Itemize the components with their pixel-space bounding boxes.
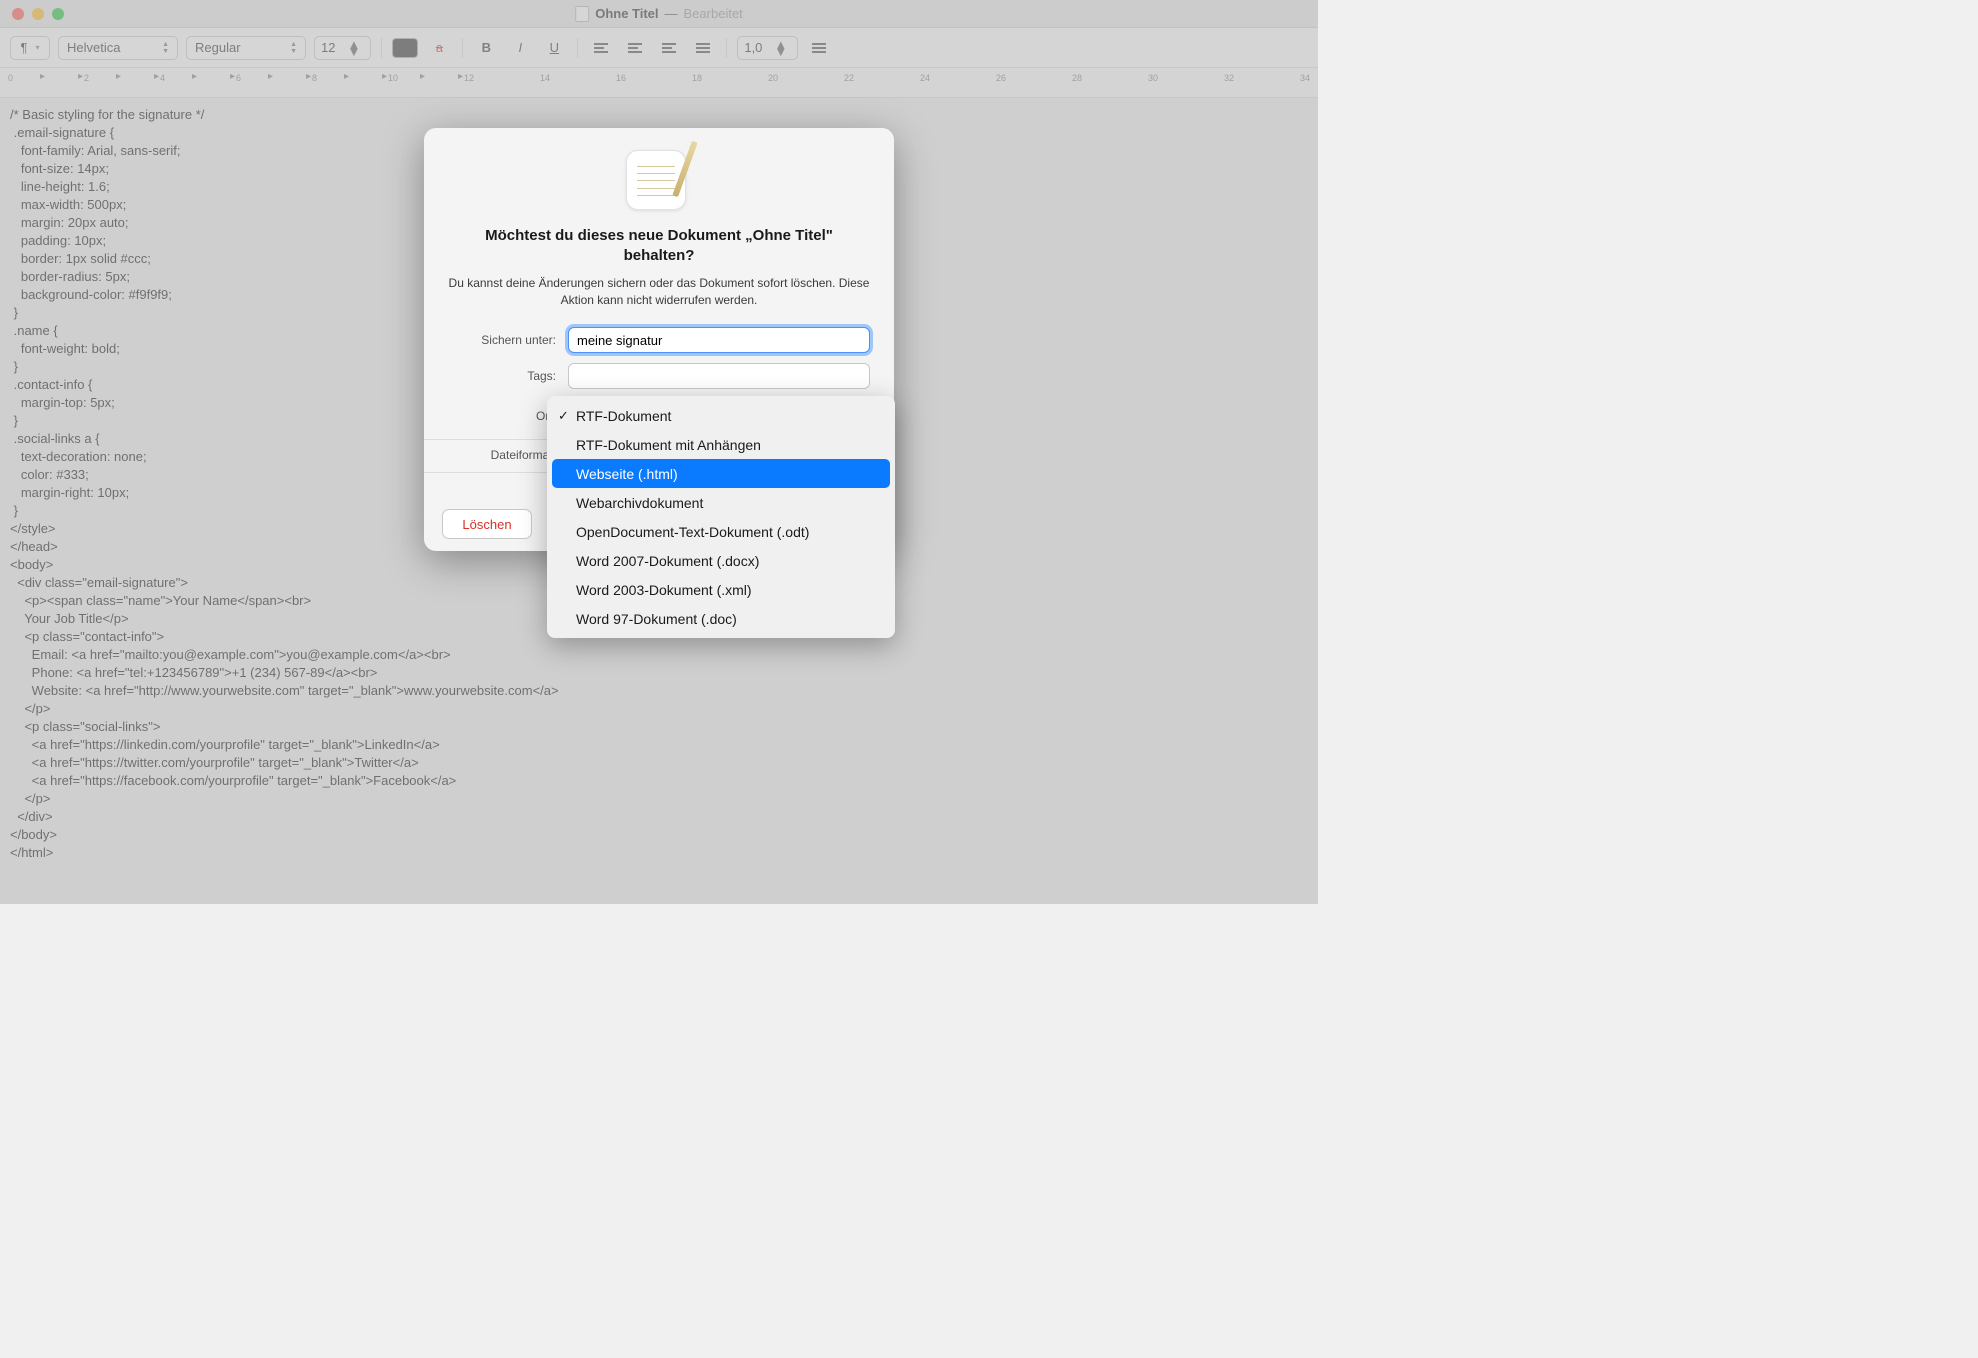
ruler-number: 30 bbox=[1148, 73, 1158, 83]
ruler-number: 26 bbox=[996, 73, 1006, 83]
tags-label: Tags: bbox=[448, 369, 556, 383]
ruler-number: 8 bbox=[312, 73, 317, 83]
fileformat-option-label: RTF-Dokument mit Anhängen bbox=[576, 437, 761, 453]
tags-input[interactable] bbox=[568, 363, 870, 389]
font-family-value: Helvetica bbox=[67, 40, 120, 55]
fileformat-option[interactable]: ✓ RTF-Dokument bbox=[552, 401, 890, 430]
font-family-select[interactable]: Helvetica ▲▼ bbox=[58, 36, 178, 60]
document-name: Ohne Titel bbox=[595, 6, 658, 21]
fileformat-dropdown: ✓ RTF-Dokument RTF-Dokument mit Anhängen We… bbox=[547, 396, 895, 638]
ruler-tab-stop[interactable]: ▸ bbox=[268, 71, 273, 82]
fileformat-option[interactable]: Word 2003-Dokument (.xml) bbox=[552, 575, 890, 604]
ruler-tab-stop[interactable]: ▸ bbox=[420, 71, 425, 82]
font-size-value: 12 bbox=[315, 40, 341, 55]
dialog-heading: Möchtest du dieses neue Dokument „Ohne T… bbox=[448, 226, 870, 267]
ruler-number: 28 bbox=[1072, 73, 1082, 83]
line-spacing-value: 1,0 bbox=[738, 40, 768, 55]
ruler-number: 10 bbox=[388, 73, 398, 83]
list-style-button[interactable] bbox=[806, 36, 832, 60]
fileformat-option[interactable]: RTF-Dokument mit Anhängen bbox=[552, 430, 890, 459]
titlebar: Ohne Titel — Bearbeitet bbox=[0, 0, 1318, 28]
ruler-tab-stop[interactable]: ▸ bbox=[458, 71, 463, 82]
fileformat-option[interactable]: Word 97-Dokument (.doc) bbox=[552, 604, 890, 633]
fileformat-option-label: Word 2003-Dokument (.xml) bbox=[576, 582, 752, 598]
fileformat-option[interactable]: Webseite (.html) bbox=[552, 459, 890, 488]
fileformat-option-label: RTF-Dokument bbox=[576, 408, 671, 424]
window-title: Ohne Titel — Bearbeitet bbox=[575, 6, 743, 22]
align-center-button[interactable] bbox=[622, 36, 648, 60]
ruler-number: 12 bbox=[464, 73, 474, 83]
save-as-input[interactable] bbox=[568, 327, 870, 353]
fileformat-option-label: Webseite (.html) bbox=[576, 466, 678, 482]
ruler-tab-stop[interactable]: ▸ bbox=[382, 71, 387, 82]
underline-button[interactable]: U bbox=[541, 36, 567, 60]
ruler-number: 34 bbox=[1300, 73, 1310, 83]
ruler-number: 0 bbox=[8, 73, 13, 83]
ruler[interactable]: ▸▸▸▸▸▸▸▸▸▸▸▸ 024681012141618202224262830… bbox=[0, 68, 1318, 98]
window-controls bbox=[0, 8, 64, 20]
ruler-number: 16 bbox=[616, 73, 626, 83]
fileformat-option-label: Word 97-Dokument (.doc) bbox=[576, 611, 737, 627]
ruler-number: 2 bbox=[84, 73, 89, 83]
ruler-number: 14 bbox=[540, 73, 550, 83]
ruler-tab-stop[interactable]: ▸ bbox=[192, 71, 197, 82]
format-toolbar: ¶ ▾ Helvetica ▲▼ Regular ▲▼ 12 ▲▼ a B I … bbox=[0, 28, 1318, 68]
align-justify-button[interactable] bbox=[690, 36, 716, 60]
fileformat-option-label: Word 2007-Dokument (.docx) bbox=[576, 553, 759, 569]
fileformat-option[interactable]: OpenDocument-Text-Dokument (.odt) bbox=[552, 517, 890, 546]
check-icon: ✓ bbox=[558, 408, 569, 424]
document-status: Bearbeitet bbox=[684, 6, 743, 21]
font-size-stepper[interactable]: 12 ▲▼ bbox=[314, 36, 371, 60]
bold-button[interactable]: B bbox=[473, 36, 499, 60]
fileformat-label: Dateiformat: bbox=[448, 448, 556, 462]
ruler-number: 24 bbox=[920, 73, 930, 83]
zoom-window-button[interactable] bbox=[52, 8, 64, 20]
fileformat-option[interactable]: Webarchivdokument bbox=[552, 488, 890, 517]
fileformat-option-label: OpenDocument-Text-Dokument (.odt) bbox=[576, 524, 809, 540]
document-icon bbox=[575, 6, 589, 22]
paragraph-style-select[interactable]: ¶ ▾ bbox=[10, 36, 50, 60]
fileformat-option[interactable]: Word 2007-Dokument (.docx) bbox=[552, 546, 890, 575]
ruler-tab-stop[interactable]: ▸ bbox=[230, 71, 235, 82]
line-spacing-stepper[interactable]: 1,0 ▲▼ bbox=[737, 36, 798, 60]
fileformat-option-label: Webarchivdokument bbox=[576, 495, 703, 511]
ruler-tab-stop[interactable]: ▸ bbox=[116, 71, 121, 82]
ruler-number: 18 bbox=[692, 73, 702, 83]
ruler-number: 4 bbox=[160, 73, 165, 83]
ruler-number: 32 bbox=[1224, 73, 1234, 83]
ruler-number: 6 bbox=[236, 73, 241, 83]
ruler-number: 22 bbox=[844, 73, 854, 83]
italic-button[interactable]: I bbox=[507, 36, 533, 60]
ruler-tab-stop[interactable]: ▸ bbox=[154, 71, 159, 82]
ruler-tab-stop[interactable]: ▸ bbox=[40, 71, 45, 82]
location-label: Ort: bbox=[448, 409, 556, 423]
save-as-label: Sichern unter: bbox=[448, 333, 556, 347]
delete-button[interactable]: Löschen bbox=[442, 509, 532, 539]
align-left-button[interactable] bbox=[588, 36, 614, 60]
textedit-app-icon bbox=[626, 150, 692, 216]
text-color-button[interactable] bbox=[392, 38, 418, 58]
dialog-subtext: Du kannst deine Änderungen sichern oder … bbox=[448, 275, 870, 310]
ruler-tab-stop[interactable]: ▸ bbox=[78, 71, 83, 82]
highlight-color-button[interactable]: a bbox=[426, 36, 452, 60]
minimize-window-button[interactable] bbox=[32, 8, 44, 20]
ruler-tab-stop[interactable]: ▸ bbox=[306, 71, 311, 82]
font-style-select[interactable]: Regular ▲▼ bbox=[186, 36, 306, 60]
ruler-number: 20 bbox=[768, 73, 778, 83]
close-window-button[interactable] bbox=[12, 8, 24, 20]
ruler-tab-stop[interactable]: ▸ bbox=[344, 71, 349, 82]
font-style-value: Regular bbox=[195, 40, 241, 55]
align-right-button[interactable] bbox=[656, 36, 682, 60]
